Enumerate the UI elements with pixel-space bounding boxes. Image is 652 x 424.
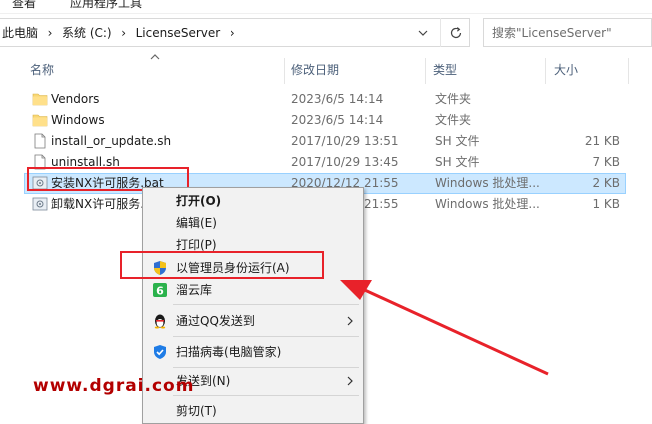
file-row[interactable]: Windows 2023/6/5 14:14 文件夹 — [24, 110, 626, 131]
file-type: SH 文件 — [435, 134, 480, 148]
qq-penguin-icon — [154, 314, 166, 329]
file-type: SH 文件 — [435, 155, 480, 169]
file-date: 2023/6/5 14:14 — [291, 92, 384, 106]
chevron-right-icon — [347, 316, 353, 326]
column-header-date[interactable]: 修改日期 — [285, 58, 425, 84]
file-name: Windows — [51, 113, 105, 127]
breadcrumb-this-pc[interactable]: 此电脑 — [2, 24, 38, 41]
menu-item-scan-virus[interactable]: 扫描病毒(电脑管家) — [144, 341, 362, 363]
file-date: 2017/10/29 13:51 — [291, 134, 399, 148]
ribbon-strip: 查看 应用程序工具 — [0, 0, 652, 14]
address-bar[interactable]: 此电脑 › 系统 (C:) › LicenseServer › — [0, 18, 470, 47]
highlight-box-run-as-admin — [120, 251, 324, 279]
menu-item-send-qq[interactable]: 通过QQ发送到 — [144, 310, 362, 332]
file-size: 21 KB — [584, 134, 620, 148]
folder-icon — [32, 114, 48, 127]
column-header-type[interactable]: 类型 — [427, 58, 545, 84]
refresh-button[interactable] — [440, 18, 470, 47]
file-row[interactable]: Vendors 2023/6/5 14:14 文件夹 — [24, 89, 626, 110]
file-row[interactable]: install_or_update.sh 2017/10/29 13:51 SH… — [24, 131, 626, 152]
search-input[interactable]: 搜索"LicenseServer" — [483, 18, 652, 47]
file-type: Windows 批处理... — [435, 176, 540, 190]
column-header-size[interactable]: 大小 — [548, 58, 628, 84]
liuyunku-icon: 6 — [153, 283, 167, 298]
pc-manager-shield-icon — [154, 345, 166, 359]
breadcrumb-chevron-icon[interactable]: › — [112, 26, 136, 40]
breadcrumb-chevron-icon[interactable]: › — [38, 26, 62, 40]
search-placeholder: 搜索"LicenseServer" — [492, 26, 612, 40]
breadcrumb-chevron-icon[interactable]: › — [220, 26, 244, 40]
file-date: 2017/10/29 13:45 — [291, 155, 399, 169]
refresh-icon — [450, 26, 461, 38]
menu-item-cut[interactable]: 剪切(T) — [144, 400, 362, 422]
file-name: install_or_update.sh — [51, 134, 172, 148]
file-name: Vendors — [51, 92, 100, 106]
file-size: 2 KB — [592, 176, 620, 190]
file-type: Windows 批处理... — [435, 197, 540, 211]
column-header-name[interactable]: 名称 — [24, 58, 284, 84]
file-type: 文件夹 — [435, 113, 472, 127]
svg-text:6: 6 — [156, 285, 164, 298]
breadcrumb-drive-c[interactable]: 系统 (C:) — [62, 24, 112, 41]
watermark-text: www.dgrai.com — [33, 376, 195, 396]
chevron-down-icon[interactable] — [417, 27, 429, 39]
menu-item-liuyunku[interactable]: 6 溜云库 — [144, 279, 362, 301]
menu-item-open[interactable]: 打开(O) — [144, 190, 362, 212]
ribbon-tab-view[interactable]: 查看 — [12, 0, 36, 11]
ribbon-tab-app-tools[interactable]: 应用程序工具 — [70, 0, 142, 11]
menu-item-edit[interactable]: 编辑(E) — [144, 212, 362, 234]
chevron-right-icon — [347, 376, 353, 386]
breadcrumb-licenseserver[interactable]: LicenseServer — [136, 26, 221, 40]
file-date: 2023/6/5 14:14 — [291, 113, 384, 127]
file-icon — [34, 133, 46, 149]
batch-file-icon — [32, 197, 48, 211]
file-type: 文件夹 — [435, 92, 472, 106]
file-size: 1 KB — [592, 197, 620, 211]
column-header-row: 名称 修改日期 类型 大小 — [0, 58, 640, 84]
file-size: 7 KB — [592, 155, 620, 169]
folder-icon — [32, 93, 48, 106]
